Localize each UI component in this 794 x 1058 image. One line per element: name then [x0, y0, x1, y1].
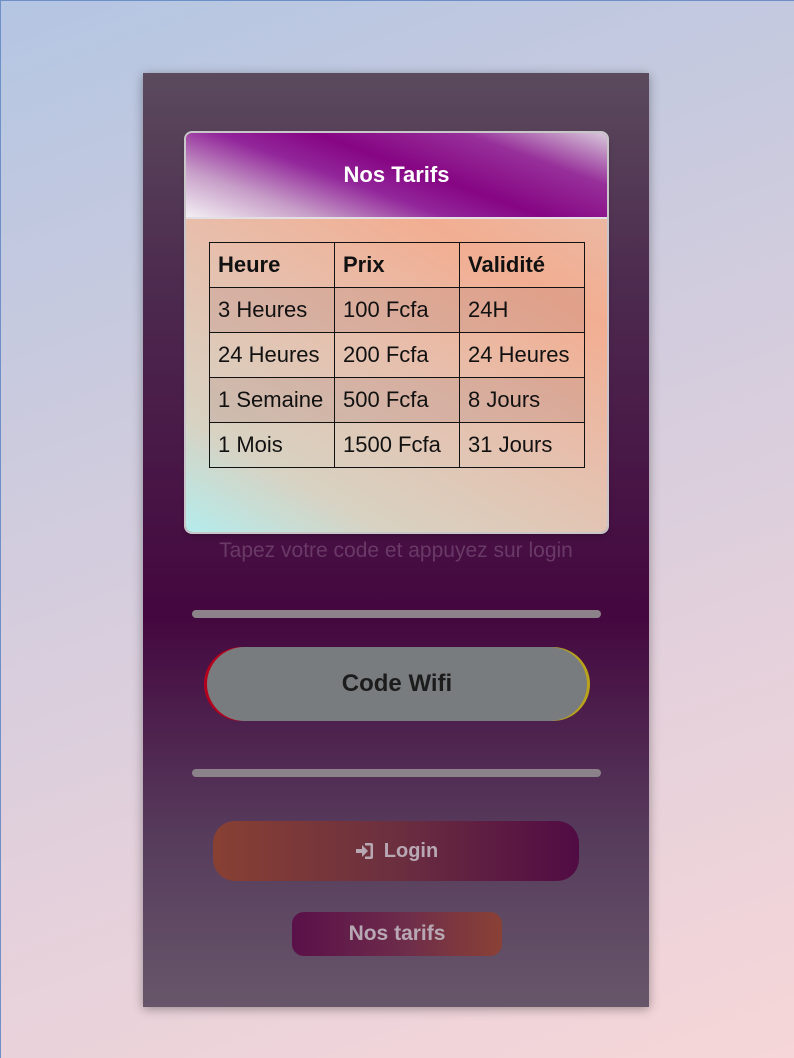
table-cell: 1500 Fcfa [334, 422, 460, 468]
tarifs-card-title: Nos Tarifs [343, 162, 450, 187]
login-button-label: Login [383, 839, 439, 862]
sign-in-icon [354, 842, 374, 860]
column-header: Validité [459, 242, 585, 288]
table-row: 1 Mois 1500 Fcfa 31 Jours [209, 422, 585, 468]
table-row: 1 Semaine 500 Fcfa 8 Jours [209, 377, 585, 423]
table-cell: 1 Mois [209, 422, 335, 468]
table-header-row: Heure Prix Validité [209, 242, 585, 288]
column-header: Heure [209, 242, 335, 288]
table-cell: 100 Fcfa [334, 287, 460, 333]
table-cell: 24 Heures [209, 332, 335, 378]
table-cell: 31 Jours [459, 422, 585, 468]
tarifs-table: Heure Prix Validité 3 Heures 100 Fcfa 24… [209, 242, 585, 468]
table-cell: 3 Heures [209, 287, 335, 333]
column-header: Prix [334, 242, 460, 288]
table-row: 24 Heures 200 Fcfa 24 Heures [209, 332, 585, 378]
nos-tarifs-button[interactable]: Nos tarifs [292, 912, 502, 956]
table-cell: 24H [459, 287, 585, 333]
login-button[interactable]: Login [213, 821, 579, 881]
login-hint: Tapez votre code et appuyez sur login [219, 539, 573, 562]
table-row: 3 Heures 100 Fcfa 24H [209, 287, 585, 333]
table-cell: 500 Fcfa [334, 377, 460, 423]
tarifs-card-header: Nos Tarifs [186, 133, 607, 219]
wifi-code-input[interactable]: Code Wifi [207, 647, 587, 721]
table-cell: 200 Fcfa [334, 332, 460, 378]
table-cell: 24 Heures [459, 332, 585, 378]
divider-bottom [192, 769, 601, 777]
table-cell: 1 Semaine [209, 377, 335, 423]
table-cell: 8 Jours [459, 377, 585, 423]
divider-top [192, 610, 601, 618]
